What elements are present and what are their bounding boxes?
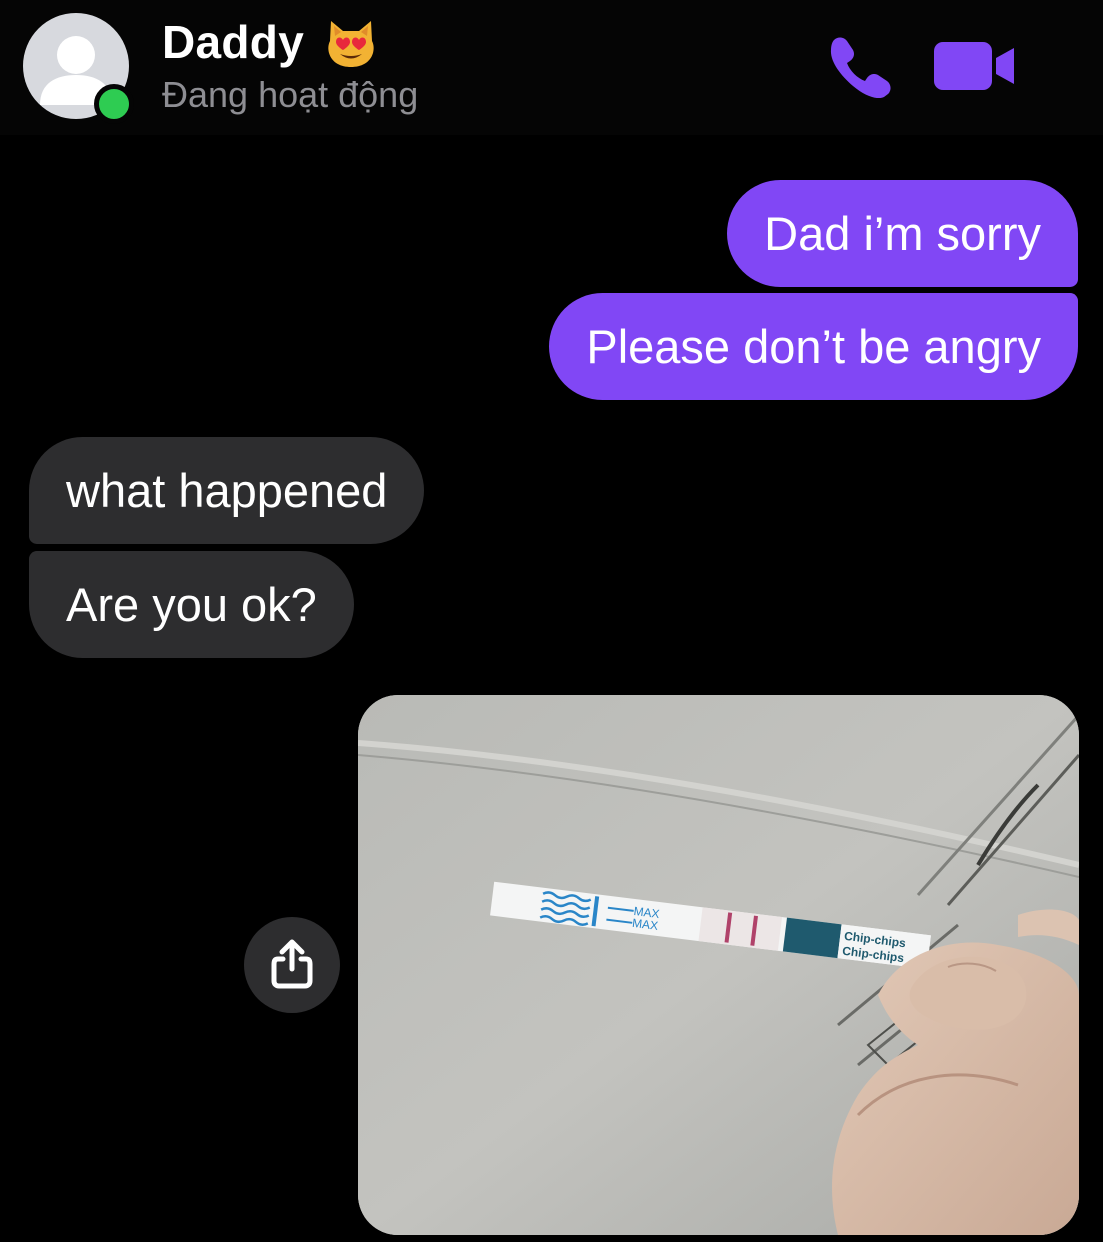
photo-message[interactable]: MAX MAX Chip-chips Chip-chips xyxy=(358,695,1079,1235)
chat-header: Daddy Đang hoạt động xyxy=(0,0,1103,135)
received-message[interactable]: what happened xyxy=(29,437,425,544)
share-button[interactable] xyxy=(244,917,340,1013)
sent-message[interactable]: Please don’t be angry xyxy=(549,293,1078,400)
heart-eyes-cat-icon xyxy=(328,21,374,67)
active-status: Đang hoạt động xyxy=(162,74,419,115)
contact-title[interactable]: Daddy xyxy=(162,12,378,72)
phone-icon xyxy=(830,37,891,99)
video-camera-icon xyxy=(934,42,1014,90)
received-message[interactable]: Are you ok? xyxy=(29,551,354,658)
online-status-dot xyxy=(94,84,134,124)
share-icon xyxy=(271,939,313,989)
sent-message[interactable]: Dad i’m sorry xyxy=(727,180,1078,287)
pregnancy-test-photo: MAX MAX Chip-chips Chip-chips xyxy=(358,695,1079,1235)
video-call-button[interactable] xyxy=(934,40,1016,92)
voice-call-button[interactable] xyxy=(826,34,894,99)
contact-name: Daddy xyxy=(162,16,305,68)
chat-screen: Daddy Đang hoạt động Dad i’m sorry Pleas… xyxy=(0,0,1103,1242)
